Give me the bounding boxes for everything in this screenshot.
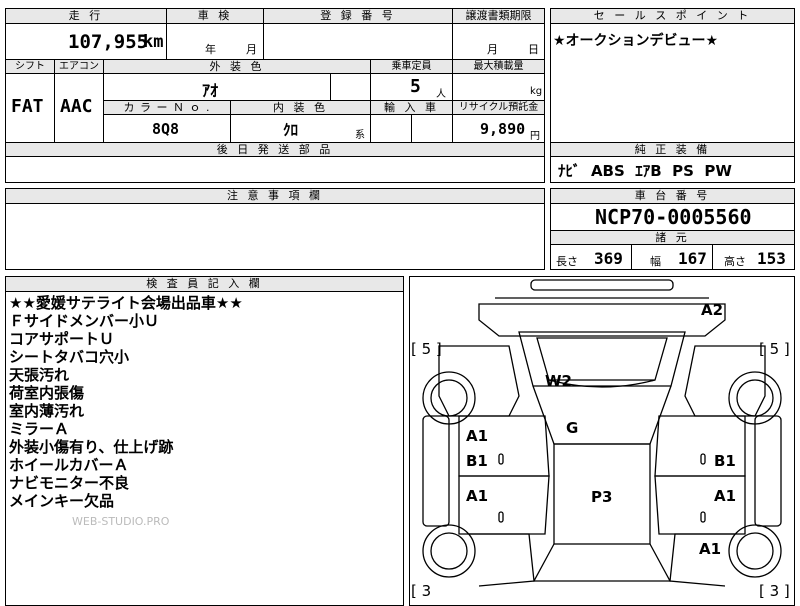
label-tire-fl: [ 5 ] (411, 340, 442, 358)
note-line: Ｆサイドメンバー小Ｕ (9, 312, 160, 330)
later-parts-value (5, 156, 545, 183)
note-line: ミラーＡ (9, 420, 70, 438)
inspector-notes: ★★愛媛サテライト会場出品車★★ Ｆサイドメンバー小Ｕ コアサポートＵ シートタ… (9, 294, 243, 510)
ac-header: エアコン (54, 59, 104, 74)
color-no-header: カ ラ ー Ｎ ｏ . (103, 100, 231, 115)
label-a1-left-rear-door: A1 (466, 487, 488, 505)
dimensions-header: 諸 元 (550, 230, 795, 245)
label-tire-rr: [ 3 ] (759, 582, 790, 600)
chassis-number: NCP70-0005560 (595, 205, 752, 229)
shaken-header: 車 検 (166, 8, 264, 24)
color-no-value: 8Q8 (152, 120, 180, 138)
transfer-month: 月 (487, 43, 498, 56)
shaken-year: 年 (205, 43, 216, 56)
max-load-header: 最大積載量 (452, 59, 545, 74)
note-line: シートタバコ穴小 (9, 348, 130, 366)
import-header: 輸 入 車 (370, 100, 453, 115)
later-parts-header: 後 日 発 送 部 品 (5, 142, 545, 157)
car-diagram: [ 5 ] [ 5 ] [ 3 [ 3 ] A2 W2 G A1 B1 A1 B… (411, 279, 790, 600)
sales-point-header: セ ー ル ス ポ イ ン ト (550, 8, 795, 24)
factory-equipment-header: 純 正 装 備 (550, 142, 795, 157)
height-value: 153 (757, 249, 786, 268)
registration-value (263, 23, 453, 60)
caution-header: 注 意 事 項 欄 (5, 188, 545, 204)
sales-point-text: ★オークションデビュー★ (553, 33, 719, 49)
label-b1-right-front-door: B1 (714, 452, 736, 470)
label-a1-right-rear-door: A1 (714, 487, 736, 505)
inspector-header: 検 査 員 記 入 欄 (5, 276, 404, 292)
length-label: 長さ (556, 255, 578, 268)
int-color-value: ｸﾛ (283, 121, 299, 139)
label-tire-fr: [ 5 ] (759, 340, 790, 358)
seats-value: 5 (410, 76, 421, 97)
note-line: ホイールカバーＡ (9, 456, 129, 474)
note-line: 荷室内張傷 (9, 384, 85, 402)
mileage-unit: km (143, 32, 164, 52)
label-g: G (566, 419, 578, 437)
int-color-suffix: 系 (355, 130, 365, 141)
width-value: 167 (678, 249, 707, 268)
seats-header: 乗車定員 (370, 59, 453, 74)
shaken-month: 月 (246, 43, 257, 56)
length-value: 369 (594, 249, 623, 268)
recycle-unit: 円 (530, 131, 540, 142)
registration-header: 登 録 番 号 (263, 8, 453, 24)
recycle-header: リサイクル預託金 (452, 100, 545, 115)
load-unit: kg (530, 86, 543, 97)
label-a1-left-front-door: A1 (466, 427, 488, 445)
note-line: コアサポートＵ (9, 330, 115, 348)
label-a1-right-quarter: A1 (699, 540, 721, 558)
label-p3: P3 (591, 488, 612, 506)
ext-color-header: 外 装 色 (103, 59, 371, 74)
transfer-deadline-header: 譲渡書類期限 (452, 8, 545, 24)
note-line: 室内薄汚れ (9, 402, 85, 420)
seats-unit: 人 (436, 89, 446, 100)
mileage-value: 107,955 (68, 31, 149, 53)
note-line: 外装小傷有り、仕上げ跡 (9, 438, 174, 456)
mileage-header: 走 行 (5, 8, 167, 24)
watermark: WEB-STUDIO.PRO (72, 515, 170, 528)
label-tire-rl: [ 3 (411, 582, 431, 600)
height-label: 高さ (724, 255, 746, 268)
label-a2: A2 (701, 301, 723, 319)
shift-header: シフト (5, 59, 55, 74)
transfer-day: 日 (528, 43, 539, 56)
note-line: メインキー欠品 (9, 492, 115, 510)
ext-color-value: ｱｵ (202, 81, 219, 100)
recycle-value: 9,890 (480, 120, 526, 138)
factory-equipment-value: ﾅﾋﾞ ABS ｴｱB PS PW (558, 162, 732, 180)
label-b1-left-front-door: B1 (466, 452, 488, 470)
note-line: 天張汚れ (9, 366, 70, 384)
note-line: ナビモニター不良 (9, 474, 130, 492)
width-label: 幅 (650, 255, 661, 268)
ac-value: AAC (60, 96, 93, 117)
int-color-header: 内 装 色 (230, 100, 371, 115)
note-line: ★★愛媛サテライト会場出品車★★ (9, 294, 243, 312)
label-w2: W2 (545, 372, 572, 390)
chassis-header: 車 台 番 号 (550, 188, 795, 204)
shift-value: FAT (11, 96, 44, 117)
